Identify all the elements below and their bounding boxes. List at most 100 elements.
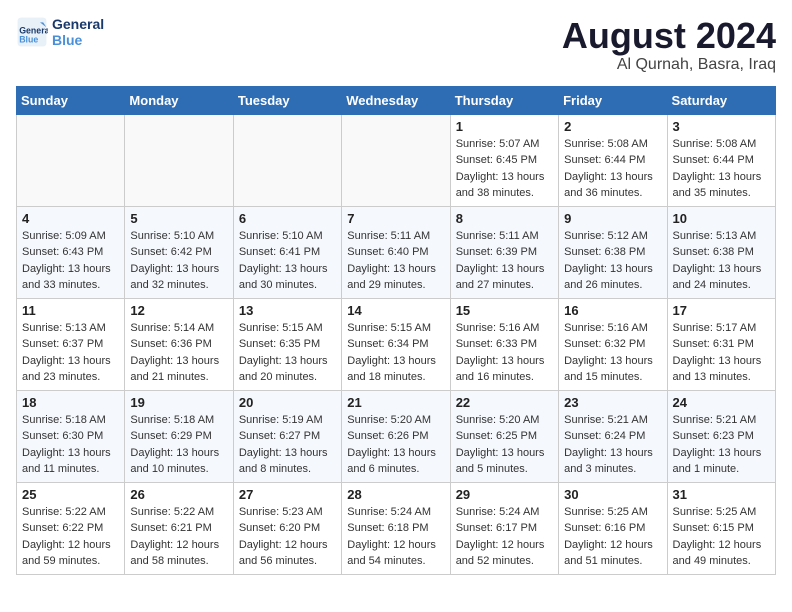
day-info: Sunrise: 5:13 AM Sunset: 6:37 PM Dayligh… [22, 320, 119, 386]
day-number: 28 [347, 487, 444, 502]
day-info: Sunrise: 5:07 AM Sunset: 6:45 PM Dayligh… [456, 136, 553, 202]
calendar-cell: 18 Sunrise: 5:18 AM Sunset: 6:30 PM Dayli… [17, 390, 125, 482]
day-number: 18 [22, 395, 119, 410]
week-row-5: 25Sunrise: 5:22 AM Sunset: 6:22 PM Dayli… [17, 482, 776, 574]
calendar-cell: 25Sunrise: 5:22 AM Sunset: 6:22 PM Dayli… [17, 482, 125, 574]
day-number: 2 [564, 119, 661, 134]
day-info: Sunrise: 5:08 AM Sunset: 6:44 PM Dayligh… [673, 136, 770, 202]
calendar-cell: 10 Sunrise: 5:13 AM Sunset: 6:38 PM Dayli… [667, 206, 775, 298]
calendar-cell [125, 114, 233, 206]
logo: General Blue General Blue [16, 16, 104, 48]
calendar-cell [342, 114, 450, 206]
week-row-1: 1 Sunrise: 5:07 AM Sunset: 6:45 PM Daylig… [17, 114, 776, 206]
main-title: August 2024 [562, 16, 776, 56]
calendar-cell: 1 Sunrise: 5:07 AM Sunset: 6:45 PM Daylig… [450, 114, 558, 206]
calendar-cell: 16 Sunrise: 5:16 AM Sunset: 6:32 PM Dayli… [559, 298, 667, 390]
calendar-cell: 15 Sunrise: 5:16 AM Sunset: 6:33 PM Dayli… [450, 298, 558, 390]
day-info: Sunrise: 5:13 AM Sunset: 6:38 PM Dayligh… [673, 228, 770, 294]
day-info: Sunrise: 5:16 AM Sunset: 6:33 PM Dayligh… [456, 320, 553, 386]
calendar-cell: 20 Sunrise: 5:19 AM Sunset: 6:27 PM Dayli… [233, 390, 341, 482]
day-number: 10 [673, 211, 770, 226]
calendar-cell: 23Sunrise: 5:21 AM Sunset: 6:24 PM Dayli… [559, 390, 667, 482]
calendar-cell [17, 114, 125, 206]
calendar-cell: 14Sunrise: 5:15 AM Sunset: 6:34 PM Dayli… [342, 298, 450, 390]
calendar-cell: 24Sunrise: 5:21 AM Sunset: 6:23 PM Dayli… [667, 390, 775, 482]
svg-text:Blue: Blue [19, 34, 38, 44]
day-info: Sunrise: 5:17 AM Sunset: 6:31 PM Dayligh… [673, 320, 770, 386]
logo-icon: General Blue [16, 16, 48, 48]
day-number: 16 [564, 303, 661, 318]
header-tuesday: Tuesday [233, 86, 341, 114]
day-number: 13 [239, 303, 336, 318]
day-number: 17 [673, 303, 770, 318]
day-number: 15 [456, 303, 553, 318]
day-number: 3 [673, 119, 770, 134]
calendar-cell: 8Sunrise: 5:11 AM Sunset: 6:39 PM Daylig… [450, 206, 558, 298]
calendar-cell: 6Sunrise: 5:10 AM Sunset: 6:41 PM Daylig… [233, 206, 341, 298]
header-monday: Monday [125, 86, 233, 114]
calendar-cell: 30 Sunrise: 5:25 AM Sunset: 6:16 PM Dayli… [559, 482, 667, 574]
calendar-cell: 13 Sunrise: 5:15 AM Sunset: 6:35 PM Dayli… [233, 298, 341, 390]
day-info: Sunrise: 5:10 AM Sunset: 6:42 PM Dayligh… [130, 228, 227, 294]
day-info: Sunrise: 5:08 AM Sunset: 6:44 PM Dayligh… [564, 136, 661, 202]
calendar-table: SundayMondayTuesdayWednesdayThursdayFrid… [16, 86, 776, 575]
day-info: Sunrise: 5:24 AM Sunset: 6:17 PM Dayligh… [456, 504, 553, 570]
day-info: Sunrise: 5:25 AM Sunset: 6:15 PM Dayligh… [673, 504, 770, 570]
calendar-cell: 19 Sunrise: 5:18 AM Sunset: 6:29 PM Dayli… [125, 390, 233, 482]
header-sunday: Sunday [17, 86, 125, 114]
day-number: 21 [347, 395, 444, 410]
day-number: 14 [347, 303, 444, 318]
logo-line1: General [52, 16, 104, 32]
week-row-2: 4Sunrise: 5:09 AM Sunset: 6:43 PM Daylig… [17, 206, 776, 298]
day-info: Sunrise: 5:20 AM Sunset: 6:26 PM Dayligh… [347, 412, 444, 478]
day-info: Sunrise: 5:18 AM Sunset: 6:29 PM Dayligh… [130, 412, 227, 478]
calendar-cell [233, 114, 341, 206]
title-area: August 2024 Al Qurnah, Basra, Iraq [562, 16, 776, 74]
day-number: 11 [22, 303, 119, 318]
calendar-cell: 22 Sunrise: 5:20 AM Sunset: 6:25 PM Dayli… [450, 390, 558, 482]
day-info: Sunrise: 5:21 AM Sunset: 6:23 PM Dayligh… [673, 412, 770, 478]
day-info: Sunrise: 5:22 AM Sunset: 6:21 PM Dayligh… [130, 504, 227, 570]
day-number: 30 [564, 487, 661, 502]
page-header: General Blue General Blue August 2024 Al… [16, 16, 776, 74]
calendar-header-row: SundayMondayTuesdayWednesdayThursdayFrid… [17, 86, 776, 114]
calendar-cell: 7 Sunrise: 5:11 AM Sunset: 6:40 PM Daylig… [342, 206, 450, 298]
calendar-cell: 4Sunrise: 5:09 AM Sunset: 6:43 PM Daylig… [17, 206, 125, 298]
day-info: Sunrise: 5:22 AM Sunset: 6:22 PM Dayligh… [22, 504, 119, 570]
day-info: Sunrise: 5:19 AM Sunset: 6:27 PM Dayligh… [239, 412, 336, 478]
calendar-cell: 26Sunrise: 5:22 AM Sunset: 6:21 PM Dayli… [125, 482, 233, 574]
day-info: Sunrise: 5:11 AM Sunset: 6:40 PM Dayligh… [347, 228, 444, 294]
day-number: 1 [456, 119, 553, 134]
day-info: Sunrise: 5:24 AM Sunset: 6:18 PM Dayligh… [347, 504, 444, 570]
day-number: 31 [673, 487, 770, 502]
day-info: Sunrise: 5:21 AM Sunset: 6:24 PM Dayligh… [564, 412, 661, 478]
week-row-3: 11 Sunrise: 5:13 AM Sunset: 6:37 PM Dayli… [17, 298, 776, 390]
day-info: Sunrise: 5:20 AM Sunset: 6:25 PM Dayligh… [456, 412, 553, 478]
calendar-cell: 17 Sunrise: 5:17 AM Sunset: 6:31 PM Dayli… [667, 298, 775, 390]
calendar-cell: 29Sunrise: 5:24 AM Sunset: 6:17 PM Dayli… [450, 482, 558, 574]
day-number: 5 [130, 211, 227, 226]
day-info: Sunrise: 5:11 AM Sunset: 6:39 PM Dayligh… [456, 228, 553, 294]
calendar-cell: 5 Sunrise: 5:10 AM Sunset: 6:42 PM Daylig… [125, 206, 233, 298]
header-friday: Friday [559, 86, 667, 114]
day-number: 22 [456, 395, 553, 410]
day-info: Sunrise: 5:25 AM Sunset: 6:16 PM Dayligh… [564, 504, 661, 570]
day-info: Sunrise: 5:09 AM Sunset: 6:43 PM Dayligh… [22, 228, 119, 294]
day-number: 9 [564, 211, 661, 226]
header-thursday: Thursday [450, 86, 558, 114]
calendar-cell: 21 Sunrise: 5:20 AM Sunset: 6:26 PM Dayli… [342, 390, 450, 482]
week-row-4: 18 Sunrise: 5:18 AM Sunset: 6:30 PM Dayli… [17, 390, 776, 482]
day-number: 7 [347, 211, 444, 226]
calendar-cell: 31 Sunrise: 5:25 AM Sunset: 6:15 PM Dayli… [667, 482, 775, 574]
day-info: Sunrise: 5:16 AM Sunset: 6:32 PM Dayligh… [564, 320, 661, 386]
day-number: 20 [239, 395, 336, 410]
day-number: 6 [239, 211, 336, 226]
day-number: 19 [130, 395, 227, 410]
day-number: 12 [130, 303, 227, 318]
day-info: Sunrise: 5:23 AM Sunset: 6:20 PM Dayligh… [239, 504, 336, 570]
calendar-cell: 3 Sunrise: 5:08 AM Sunset: 6:44 PM Daylig… [667, 114, 775, 206]
day-info: Sunrise: 5:18 AM Sunset: 6:30 PM Dayligh… [22, 412, 119, 478]
day-info: Sunrise: 5:15 AM Sunset: 6:35 PM Dayligh… [239, 320, 336, 386]
day-info: Sunrise: 5:12 AM Sunset: 6:38 PM Dayligh… [564, 228, 661, 294]
calendar-cell: 27Sunrise: 5:23 AM Sunset: 6:20 PM Dayli… [233, 482, 341, 574]
